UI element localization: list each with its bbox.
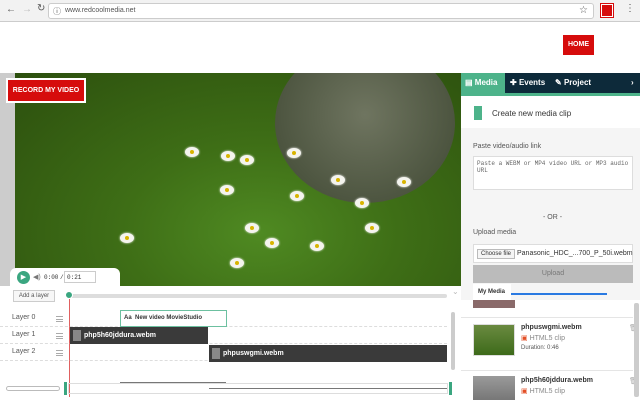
layer-row: Layer 1 [0, 327, 447, 344]
add-layer-button[interactable]: Add a layer [13, 290, 55, 302]
flower [120, 233, 134, 243]
media-thumbnail[interactable] [473, 324, 515, 356]
flower [287, 148, 301, 158]
range-handle-left[interactable] [64, 382, 67, 395]
tab-events[interactable]: ✚ Events [510, 73, 545, 93]
video-clip[interactable]: php5h60jddura.webm [70, 327, 208, 344]
info-icon: ⓘ [53, 7, 61, 16]
star-icon[interactable]: ☆ [579, 5, 588, 16]
media-thumbnail[interactable] [473, 376, 515, 400]
volume-icon[interactable]: ◀) [33, 273, 41, 281]
timeline-ruler[interactable] [68, 294, 447, 298]
overview-bar [120, 382, 226, 383]
layers-scrollbar[interactable] [451, 312, 455, 370]
video-clip[interactable]: phpuswgmi.webm [209, 345, 447, 362]
extension-icon[interactable] [600, 3, 614, 18]
file-input[interactable]: Choose file Panasonic_HDC_...700_P_50i.w… [473, 244, 633, 263]
film-icon [474, 106, 482, 120]
media-duration: Duration: 0:46 [521, 345, 559, 351]
flower [245, 223, 259, 233]
or-divider: - OR - [543, 214, 563, 221]
media-type: HTML5 clip [529, 388, 565, 395]
tab-label: Events [518, 78, 546, 87]
divider [461, 370, 633, 371]
text-clip[interactable]: Aa New video MovieStudio [120, 310, 227, 327]
flower [355, 198, 369, 208]
html5-icon: ▣ [521, 388, 528, 395]
flower [290, 191, 304, 201]
media-name: php5h60jddura.webm [521, 377, 593, 384]
clip-label: php5h60jddura.webm [84, 332, 156, 339]
upload-button[interactable]: Upload [473, 265, 633, 283]
paste-link-input[interactable]: Paste a WEBM or MP4 video URL or MP3 aud… [473, 156, 633, 190]
tab-label: Media [474, 78, 498, 87]
film-icon [212, 348, 220, 359]
tab-label: Project [563, 78, 592, 87]
media-name: phpuswgmi.webm [521, 324, 582, 331]
layers-area: Layer 0 Layer 1 Layer 2 Aa New video Mov… [0, 310, 447, 370]
upload-progress-bar [511, 293, 607, 295]
text-icon: Aa [124, 315, 132, 321]
record-label: RECORD MY VIDEO [8, 80, 84, 101]
file-name: Panasonic_HDC_...700_P_50i.webm [517, 250, 633, 257]
overview-bar [209, 388, 447, 389]
create-clip-label: Create new media clip [492, 109, 572, 118]
sidebar-tabs: ▤ Media ✚ Events ✎ Project › [461, 73, 640, 96]
flower [365, 223, 379, 233]
browser-toolbar: ← → ↻ ⓘ www.redcoolmedia.net ☆ ⋮ [0, 0, 640, 22]
drag-handle-icon[interactable] [56, 350, 63, 356]
chevron-right-icon[interactable]: › [631, 73, 634, 93]
paste-link-label: Paste video/audio link [473, 143, 542, 150]
left-strip [0, 73, 15, 286]
drag-handle-icon[interactable] [56, 316, 63, 322]
flower [310, 241, 324, 251]
home-button[interactable]: HOME [563, 35, 594, 55]
reload-icon[interactable]: ↻ [37, 3, 45, 14]
flower [185, 147, 199, 157]
flower [230, 258, 244, 268]
video-preview[interactable] [15, 73, 461, 286]
flower [240, 155, 254, 165]
range-handle-right[interactable] [449, 382, 452, 395]
record-video-button[interactable]: RECORD MY VIDEO [6, 78, 86, 103]
flower [331, 175, 345, 185]
playhead-handle[interactable] [65, 291, 73, 299]
rock-shape [275, 73, 455, 203]
upload-media-label: Upload media [473, 229, 517, 236]
media-scrollbar[interactable] [634, 303, 639, 397]
menu-dots-icon[interactable]: ⋮ [625, 3, 635, 14]
tab-project[interactable]: ✎ Project [555, 73, 591, 93]
html5-icon: ▣ [521, 335, 528, 342]
media-thumbnail [473, 300, 515, 308]
current-time: 0:00 [44, 274, 59, 281]
flower [397, 177, 411, 187]
create-clip-row[interactable]: Create new media clip [461, 96, 640, 128]
play-icon[interactable]: ▶ [17, 271, 30, 284]
tab-media[interactable]: ▤ Media [461, 73, 505, 93]
flower [220, 185, 234, 195]
sidebar: ▤ Media ✚ Events ✎ Project › Create new … [461, 73, 640, 400]
chevron-down-icon[interactable]: ⌄ [452, 287, 459, 296]
layer-label: Layer 2 [12, 348, 36, 355]
layer-label: Layer 0 [12, 314, 36, 321]
zoom-slider[interactable] [6, 386, 60, 391]
tab-my-media[interactable]: My Media [473, 284, 511, 300]
media-type: HTML5 clip [529, 335, 565, 342]
player-controls: ▶ ◀) 0:00 / 0:21 [10, 268, 120, 288]
drag-handle-icon[interactable] [56, 333, 63, 339]
film-icon [73, 330, 81, 341]
divider [461, 317, 633, 318]
layer-label: Layer 1 [12, 331, 36, 338]
text-clip-label: New video MovieStudio [135, 315, 203, 321]
back-arrow-icon[interactable]: ← [6, 4, 16, 15]
forward-arrow-icon[interactable]: → [22, 4, 32, 15]
clip-label: phpuswgmi.webm [223, 350, 284, 357]
choose-file-button[interactable]: Choose file [477, 249, 516, 259]
flower [265, 238, 279, 248]
address-bar[interactable]: ⓘ www.redcoolmedia.net ☆ [48, 3, 594, 19]
media-list: phpuswgmi.webm ▣ HTML5 clip Duration: 0:… [461, 300, 640, 400]
url-text: www.redcoolmedia.net [65, 7, 136, 14]
flower [221, 151, 235, 161]
duration-field[interactable]: 0:21 [64, 271, 96, 283]
